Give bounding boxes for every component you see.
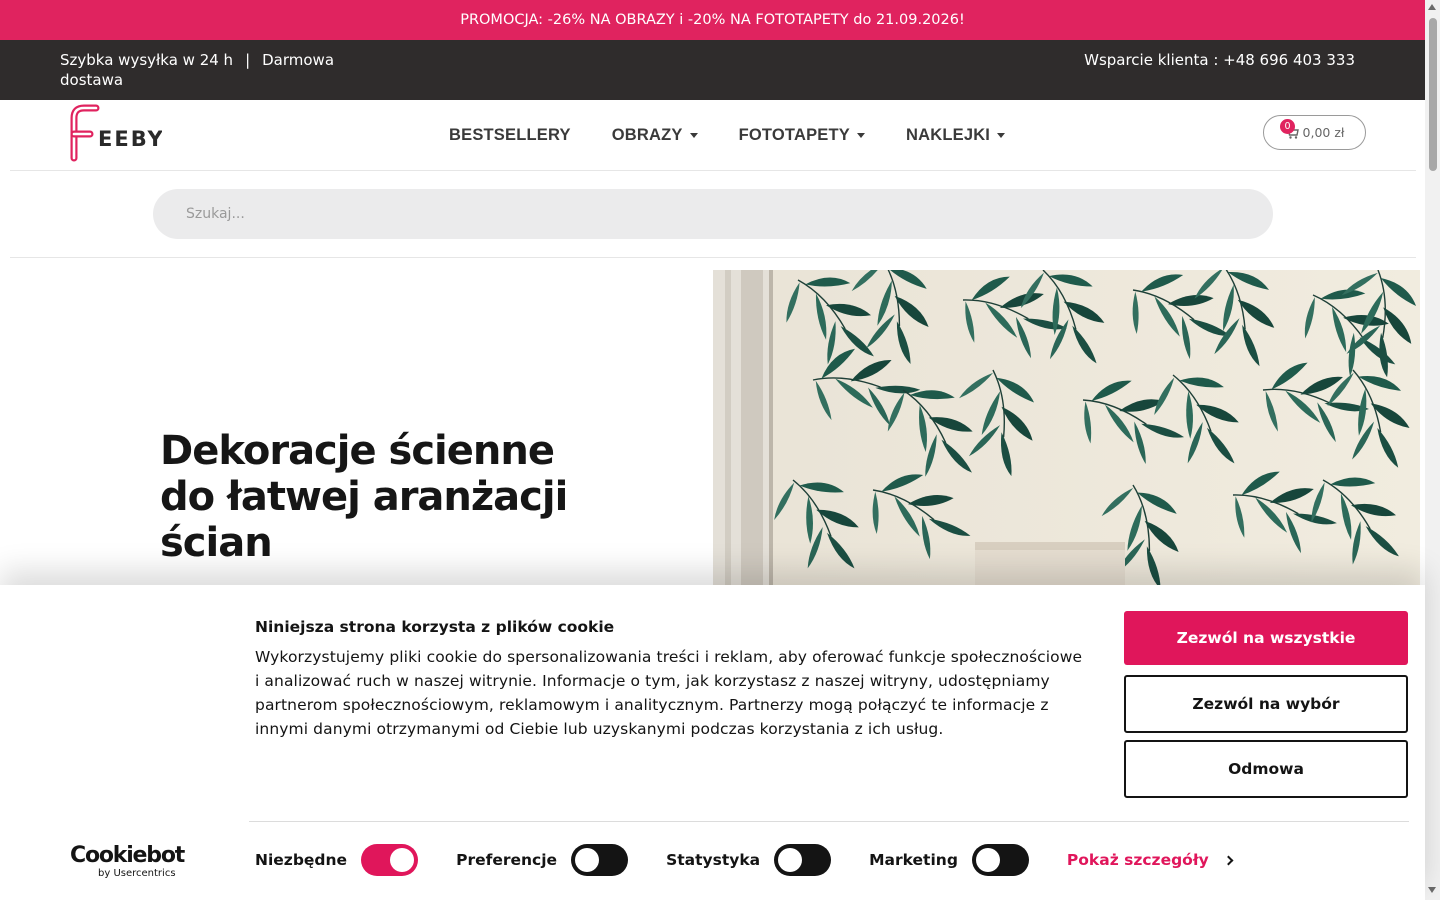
nav-label: OBRAZY	[611, 126, 683, 144]
top-info-bar: Szybka wysyłka w 24 h | Darmowa dostawa Ws…	[0, 40, 1425, 100]
nav-label: BESTSELLERY	[449, 126, 571, 144]
feeby-logo[interactable]: EEBY	[62, 102, 163, 162]
site-header: EEBY BESTSELLERY OBRAZY FOTOTAPETY NAKLE…	[10, 100, 1416, 171]
toggle-label: Marketing	[869, 851, 958, 869]
marketing-toggle[interactable]	[971, 844, 1029, 876]
nav-item-obrazy[interactable]: OBRAZY	[612, 126, 698, 145]
nav-item-fototapety[interactable]: FOTOTAPETY	[739, 126, 865, 145]
separator: |	[245, 51, 251, 69]
cart-count-badge: 0	[1280, 119, 1295, 134]
toggle-knob	[778, 848, 803, 872]
chevron-right-icon	[1223, 855, 1234, 865]
divider	[249, 821, 1409, 822]
nav-label: NAKLEJKI	[905, 126, 991, 144]
search-row	[10, 171, 1416, 258]
toggle-label: Statystyka	[666, 851, 761, 869]
main-nav: BESTSELLERY OBRAZY FOTOTAPETY NAKLEJKI	[449, 126, 1046, 145]
deny-button[interactable]: Odmowa	[1124, 740, 1408, 798]
shipping-text: Szybka wysyłka w 24 h	[60, 51, 234, 69]
scrollbar-thumb[interactable]	[1429, 18, 1437, 171]
consent-toggles: Niezbędne Preferencje Statystyka Marketi…	[255, 843, 1234, 877]
allow-selection-button[interactable]: Zezwól na wybór	[1124, 675, 1408, 733]
cookie-title: Niniejsza strona korzysta z plików cooki…	[255, 618, 615, 636]
cart-button[interactable]: 0 0,00 zł	[1263, 115, 1366, 150]
cookie-consent-banner: Niniejsza strona korzysta z plików cooki…	[0, 585, 1425, 900]
cookiebot-logo-sub: by Usercentrics	[98, 868, 176, 879]
cart-total: 0,00 zł	[1302, 125, 1345, 140]
caret-down-icon	[997, 133, 1006, 138]
statistics-toggle[interactable]	[774, 844, 832, 876]
toggle-group-preferences: Preferencje	[456, 844, 629, 876]
search-input[interactable]	[153, 189, 1273, 239]
hero-title: Dekoracje ścienne do łatwej aranżacji śc…	[160, 428, 568, 566]
preferences-toggle[interactable]	[571, 844, 629, 876]
allow-all-button[interactable]: Zezwól na wszystkie	[1124, 611, 1408, 665]
shipping-info: Szybka wysyłka w 24 h | Darmowa dostawa	[60, 50, 360, 90]
cookiebot-logo-main: Cookiebot	[70, 843, 185, 868]
toggle-group-statistics: Statystyka	[666, 844, 832, 876]
toggle-group-marketing: Marketing	[869, 844, 1029, 876]
promo-banner: PROMOCJA: -26% NA OBRAZY i -20% NA FOTOT…	[0, 0, 1425, 40]
cookiebot-logo: Cookiebot by Usercentrics	[70, 843, 185, 879]
nav-label: FOTOTAPETY	[738, 126, 850, 144]
support-phone[interactable]: Wsparcie klienta : +48 696 403 333	[1084, 50, 1355, 70]
show-details-label: Pokaż szczegóły	[1066, 851, 1209, 869]
show-details-link[interactable]: Pokaż szczegóły	[1066, 851, 1234, 869]
necessary-toggle[interactable]	[361, 844, 419, 876]
caret-down-icon	[856, 133, 865, 138]
toggle-label: Niezbędne	[255, 851, 348, 869]
toggle-label: Preferencje	[456, 851, 558, 869]
scroll-down-icon[interactable]	[1428, 887, 1436, 893]
promo-text: PROMOCJA: -26% NA OBRAZY i -20% NA FOTOT…	[460, 12, 965, 28]
hero-image	[713, 270, 1420, 590]
caret-down-icon	[689, 133, 698, 138]
toggle-knob	[390, 848, 415, 872]
toggle-knob	[575, 848, 600, 872]
nav-item-bestsellery[interactable]: BESTSELLERY	[449, 126, 571, 145]
toggle-group-necessary: Niezbędne	[255, 844, 419, 876]
cookie-description: Wykorzystujemy pliki cookie do spersonal…	[255, 648, 1083, 738]
scroll-up-icon[interactable]	[1428, 4, 1436, 10]
svg-text:EEBY: EEBY	[98, 127, 162, 151]
toggle-knob	[975, 848, 1000, 872]
nav-item-naklejki[interactable]: NAKLEJKI	[905, 126, 1006, 145]
